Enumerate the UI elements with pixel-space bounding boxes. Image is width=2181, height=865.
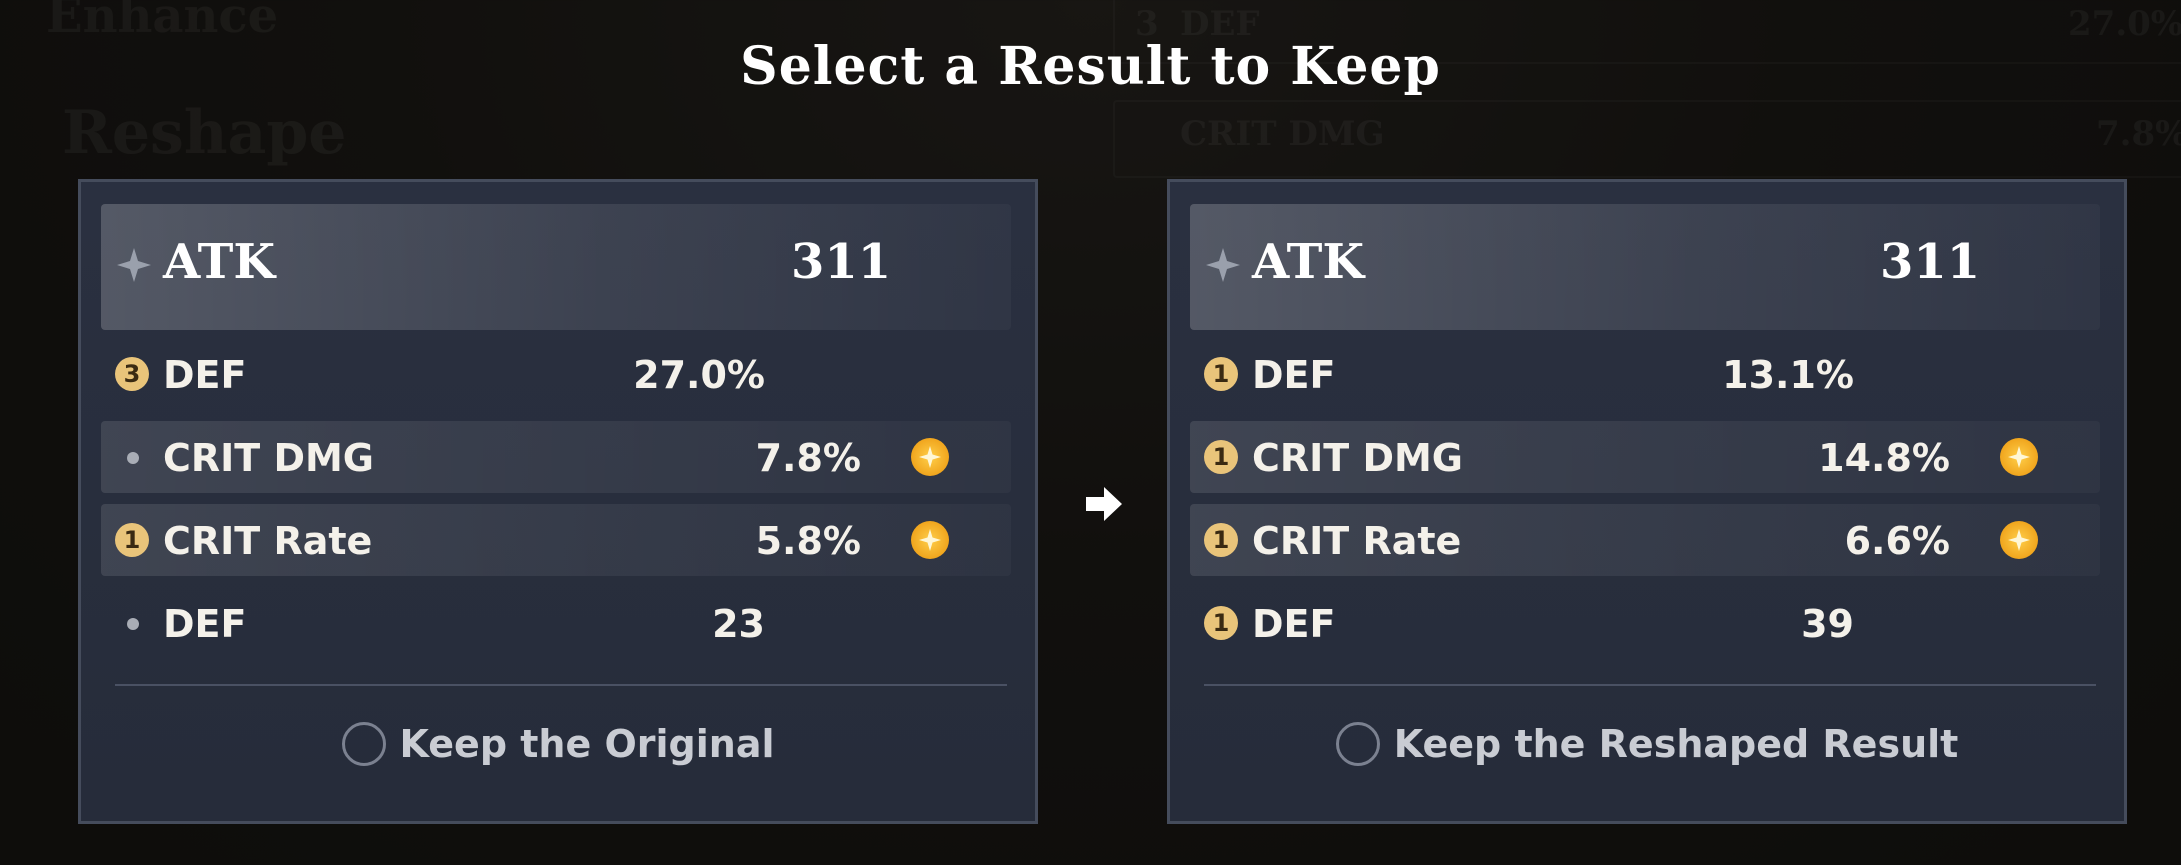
substat-value: 5.8% [755,519,861,563]
roll-count-badge: 1 [1204,523,1238,557]
sparkle-icon [2000,521,2038,559]
substat-row: DEF 23 [101,587,1011,659]
bullet-icon [127,618,139,630]
roll-count-badge: 1 [1204,440,1238,474]
substat-name: CRIT Rate [1252,519,1462,563]
substat-name: DEF [163,353,247,397]
sparkle-icon [911,438,949,476]
substat-row: CRIT DMG 7.8% [101,421,1011,493]
main-stat-value: 311 [791,234,892,290]
keep-original-label[interactable]: Keep the Original [400,722,775,766]
substat-name: DEF [163,602,247,646]
main-stat-row: ATK 311 [1190,204,2100,330]
roll-count-badge: 3 [115,357,149,391]
substat-row: 1 CRIT Rate 6.6% [1190,504,2100,576]
main-stat-row: ATK 311 [101,204,1011,330]
arrow-right-icon [1086,487,1122,521]
bg-substat-value: 7.8% [2096,114,2181,154]
star-icon [117,248,151,282]
keep-reshaped-option[interactable]: Keep the Reshaped Result [1170,722,2124,786]
sparkle-icon [2000,438,2038,476]
keep-reshaped-radio[interactable] [1335,722,1380,766]
substat-value: 14.8% [1818,436,1950,480]
original-result-card[interactable]: ATK 311 3 DEF 27.0% CRIT DMG 7.8% 1 CRIT… [78,179,1038,824]
main-stat-name: ATK [163,234,276,290]
substat-value: 7.8% [755,436,861,480]
substat-value: 23 [712,602,765,646]
substat-row: 1 CRIT DMG 14.8% [1190,421,2100,493]
bullet-icon [127,452,139,464]
substat-name: DEF [1252,602,1336,646]
substat-name: CRIT Rate [163,519,373,563]
bg-substat-row [1113,100,2181,178]
divider [1204,684,2096,686]
roll-count-badge: 1 [1204,357,1238,391]
substat-row: 3 DEF 27.0% [101,338,1011,410]
keep-original-radio[interactable] [341,722,386,766]
roll-count-badge: 1 [115,523,149,557]
substat-name: CRIT DMG [163,436,374,480]
main-stat-name: ATK [1252,234,1365,290]
substat-row: 1 DEF 13.1% [1190,338,2100,410]
page-title: Select a Result to Keep [740,36,1441,97]
reshaped-result-card[interactable]: ATK 311 1 DEF 13.1% 1 CRIT DMG 14.8% 1 C… [1167,179,2127,824]
bg-substat-name: CRIT DMG [1180,114,1385,154]
roll-count-badge: 1 [1204,606,1238,640]
sparkle-icon [911,521,949,559]
substat-name: CRIT DMG [1252,436,1463,480]
substat-value: 27.0% [633,353,765,397]
substat-name: DEF [1252,353,1336,397]
bg-reshape-label: Reshape [62,98,347,168]
divider [115,684,1007,686]
substat-value: 39 [1801,602,1854,646]
substat-value: 13.1% [1722,353,1854,397]
keep-original-option[interactable]: Keep the Original [81,722,1035,786]
substat-row: 1 CRIT Rate 5.8% [101,504,1011,576]
substat-row: 1 DEF 39 [1190,587,2100,659]
substat-value: 6.6% [1844,519,1950,563]
keep-reshaped-label[interactable]: Keep the Reshaped Result [1394,722,1959,766]
star-icon [1206,248,1240,282]
main-stat-value: 311 [1880,234,1981,290]
